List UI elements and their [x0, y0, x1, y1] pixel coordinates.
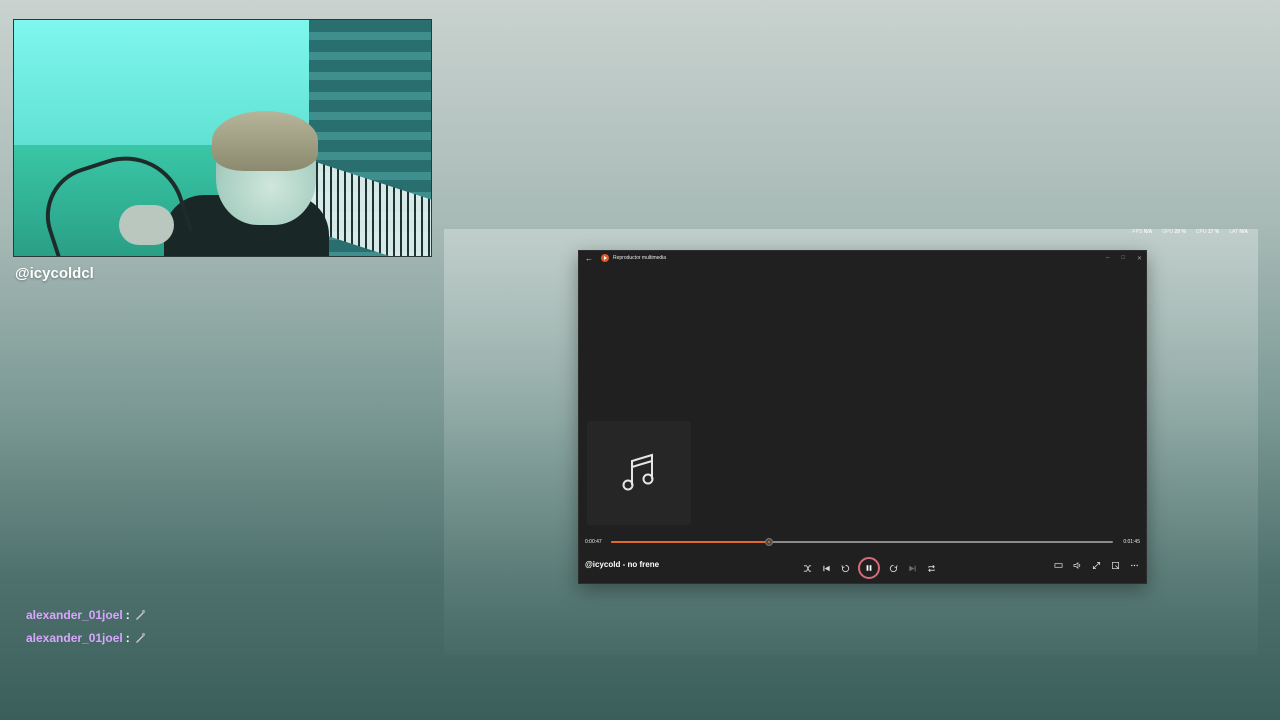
app-logo-icon — [601, 254, 609, 262]
seek-progress — [611, 541, 770, 543]
streamer-handle: @icycoldcl — [15, 265, 94, 282]
media-player-window: ← Reproductor multimedia – □ ✕ 0:00:47 0… — [578, 250, 1147, 584]
window-right-controls — [1050, 557, 1142, 573]
stat-value: N/A — [1239, 229, 1248, 235]
chat-message: alexander_01joel : — [26, 603, 146, 626]
stat-label: CPU — [1195, 229, 1207, 235]
minimize-icon[interactable]: – — [1106, 255, 1109, 261]
emote-icon — [135, 609, 145, 620]
seek-bar[interactable] — [611, 538, 1113, 546]
stat-cpu: CPU 17 % — [1196, 229, 1219, 235]
volume-icon[interactable] — [1069, 557, 1085, 573]
emote-icon — [135, 632, 145, 643]
stat-label: LAT — [1229, 229, 1238, 235]
next-icon[interactable] — [904, 560, 920, 576]
more-icon[interactable] — [1126, 557, 1142, 573]
title-bar[interactable]: ← Reproductor multimedia – □ ✕ — [579, 251, 1146, 265]
back-arrow-icon[interactable]: ← — [581, 251, 597, 265]
window-controls: – □ ✕ — [1106, 251, 1142, 265]
current-time: 0:00:47 — [585, 539, 602, 545]
transport-controls — [799, 557, 939, 579]
app-title: Reproductor multimedia — [613, 255, 667, 261]
chat-message: alexander_01joel : — [26, 626, 146, 649]
stat-gpu: GPU 20 % — [1162, 229, 1186, 235]
fullscreen-icon[interactable] — [1088, 557, 1104, 573]
chat-username: alexander_01joel — [26, 630, 123, 645]
cast-icon[interactable] — [1107, 557, 1123, 573]
forward-30-icon[interactable] — [885, 560, 901, 576]
stat-label: FPS — [1132, 229, 1143, 235]
stat-value: 17 % — [1207, 229, 1220, 235]
album-artwork — [587, 421, 691, 525]
pause-icon — [866, 565, 872, 571]
chat-username: alexander_01joel — [26, 607, 123, 622]
music-note-icon — [622, 453, 654, 491]
microphone — [119, 205, 174, 245]
stat-label: GPU — [1162, 229, 1174, 235]
repeat-icon[interactable] — [923, 560, 939, 576]
stat-value: N/A — [1143, 229, 1153, 235]
seek-thumb[interactable] — [765, 538, 774, 546]
previous-icon[interactable] — [818, 560, 834, 576]
chat-separator: : — [125, 607, 130, 622]
close-icon[interactable]: ✕ — [1137, 255, 1142, 262]
stat-value: 20 % — [1174, 229, 1186, 235]
maximize-icon[interactable]: □ — [1121, 255, 1125, 261]
webcam-person — [164, 111, 334, 256]
chat-separator: : — [125, 630, 130, 645]
shuffle-icon[interactable] — [799, 560, 815, 576]
pause-button[interactable] — [858, 557, 880, 579]
webcam-feed — [13, 19, 432, 257]
chat-box: alexander_01joel : alexander_01joel : — [26, 603, 146, 649]
total-time: 0:01:45 — [1123, 539, 1140, 545]
miniplayer-icon[interactable] — [1050, 557, 1066, 573]
rewind-10-icon[interactable] — [837, 560, 853, 576]
track-title: @icycold - no frene — [585, 560, 660, 569]
person-hair — [212, 111, 318, 171]
stat-fps: FPS N/A — [1133, 229, 1153, 235]
performance-stats: FPS N/A GPU 20 % CPU 17 % LAT N/A — [1133, 229, 1248, 235]
stat-lat: LAT N/A — [1229, 229, 1248, 235]
